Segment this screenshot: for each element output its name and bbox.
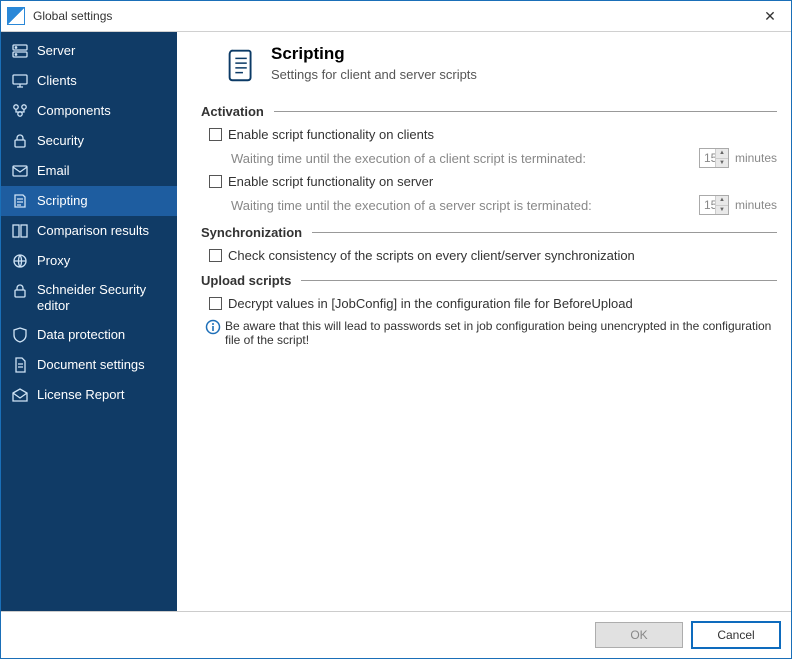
group-upload-scripts: Upload scripts Decrypt values in [JobCon… — [201, 273, 777, 347]
sidebar-item-label: Schneider Security editor — [37, 282, 167, 314]
checkbox-check-consistency[interactable] — [209, 249, 222, 262]
label-enable-server: Enable script functionality on server — [228, 174, 433, 189]
row-check-consistency: Check consistency of the scripts on ever… — [201, 246, 777, 267]
app-icon — [7, 7, 25, 25]
script-icon — [11, 192, 29, 210]
checkbox-decrypt-jobconfig[interactable] — [209, 297, 222, 310]
sidebar-item-label: Scripting — [37, 193, 88, 209]
group-heading-sync: Synchronization — [201, 225, 777, 240]
sidebar-item-label: License Report — [37, 387, 124, 403]
row-enable-server: Enable script functionality on server — [201, 172, 777, 193]
row-server-wait: Waiting time until the execution of a se… — [201, 193, 777, 219]
page-title: Scripting — [271, 44, 477, 64]
unit-client-wait: minutes — [735, 151, 777, 165]
group-activation: Activation Enable script functionality o… — [201, 104, 777, 219]
close-button[interactable]: ✕ — [749, 1, 791, 31]
main-panel: Scripting Settings for client and server… — [177, 32, 791, 611]
checkbox-enable-clients[interactable] — [209, 128, 222, 141]
dialog-footer: OK Cancel — [1, 611, 791, 658]
globe-icon — [11, 252, 29, 270]
checkbox-enable-server[interactable] — [209, 175, 222, 188]
info-icon — [205, 319, 221, 335]
sidebar-item-server[interactable]: Server — [1, 36, 177, 66]
unit-server-wait: minutes — [735, 198, 777, 212]
page-subtitle: Settings for client and server scripts — [271, 67, 477, 82]
main-body: Server Clients Components Security — [1, 32, 791, 611]
sidebar-item-data-protection[interactable]: Data protection — [1, 320, 177, 350]
compare-icon — [11, 222, 29, 240]
sidebar-item-clients[interactable]: Clients — [1, 66, 177, 96]
label-enable-clients: Enable script functionality on clients — [228, 127, 434, 142]
global-settings-window: Global settings ✕ Server Clients Comp — [0, 0, 792, 659]
sidebar-item-label: Components — [37, 103, 111, 119]
page-header: Scripting Settings for client and server… — [201, 44, 777, 100]
shield-icon — [11, 326, 29, 344]
monitor-icon — [11, 72, 29, 90]
group-synchronization: Synchronization Check consistency of the… — [201, 225, 777, 267]
ok-button[interactable]: OK — [595, 622, 683, 648]
spinner-server-wait: 15 ▲ ▼ minutes — [699, 195, 777, 215]
group-heading-upload: Upload scripts — [201, 273, 777, 288]
mail-open-icon — [11, 386, 29, 404]
sidebar-item-email[interactable]: Email — [1, 156, 177, 186]
sidebar-item-label: Server — [37, 43, 75, 59]
row-decrypt-jobconfig: Decrypt values in [JobConfig] in the con… — [201, 294, 777, 315]
spinner-up-icon[interactable]: ▲ — [715, 149, 728, 159]
label-decrypt-jobconfig: Decrypt values in [JobConfig] in the con… — [228, 296, 633, 311]
sidebar: Server Clients Components Security — [1, 32, 177, 611]
sidebar-item-label: Email — [37, 163, 70, 179]
spinner-up-icon[interactable]: ▲ — [715, 196, 728, 206]
sidebar-item-label: Clients — [37, 73, 77, 89]
label-client-wait: Waiting time until the execution of a cl… — [231, 151, 586, 166]
spinner-down-icon[interactable]: ▼ — [715, 159, 728, 168]
sidebar-item-label: Data protection — [37, 327, 125, 343]
sidebar-item-label: Security — [37, 133, 84, 149]
components-icon — [11, 102, 29, 120]
mail-icon — [11, 162, 29, 180]
lock-icon — [11, 282, 29, 300]
group-heading-activation: Activation — [201, 104, 777, 119]
row-upload-warning: Be aware that this will lead to password… — [201, 315, 777, 347]
sidebar-item-label: Comparison results — [37, 223, 149, 239]
row-enable-clients: Enable script functionality on clients — [201, 125, 777, 146]
document-icon — [11, 356, 29, 374]
sidebar-item-document-settings[interactable]: Document settings — [1, 350, 177, 380]
sidebar-item-security[interactable]: Security — [1, 126, 177, 156]
label-server-wait: Waiting time until the execution of a se… — [231, 198, 592, 213]
label-check-consistency: Check consistency of the scripts on ever… — [228, 248, 635, 263]
window-title: Global settings — [33, 9, 749, 23]
sidebar-item-license-report[interactable]: License Report — [1, 380, 177, 410]
spinner-client-wait: 15 ▲ ▼ minutes — [699, 148, 777, 168]
sidebar-item-label: Proxy — [37, 253, 70, 269]
row-client-wait: Waiting time until the execution of a cl… — [201, 146, 777, 172]
lock-icon — [11, 132, 29, 150]
scripting-page-icon — [221, 44, 263, 86]
titlebar: Global settings ✕ — [1, 1, 791, 32]
sidebar-item-label: Document settings — [37, 357, 145, 373]
upload-warning-text: Be aware that this will lead to password… — [225, 319, 777, 347]
sidebar-item-comparison-results[interactable]: Comparison results — [1, 216, 177, 246]
cancel-button[interactable]: Cancel — [691, 621, 781, 649]
sidebar-item-proxy[interactable]: Proxy — [1, 246, 177, 276]
spinner-down-icon[interactable]: ▼ — [715, 206, 728, 215]
sidebar-item-components[interactable]: Components — [1, 96, 177, 126]
sidebar-item-scripting[interactable]: Scripting — [1, 186, 177, 216]
sidebar-item-schneider-security-editor[interactable]: Schneider Security editor — [1, 276, 177, 320]
server-icon — [11, 42, 29, 60]
